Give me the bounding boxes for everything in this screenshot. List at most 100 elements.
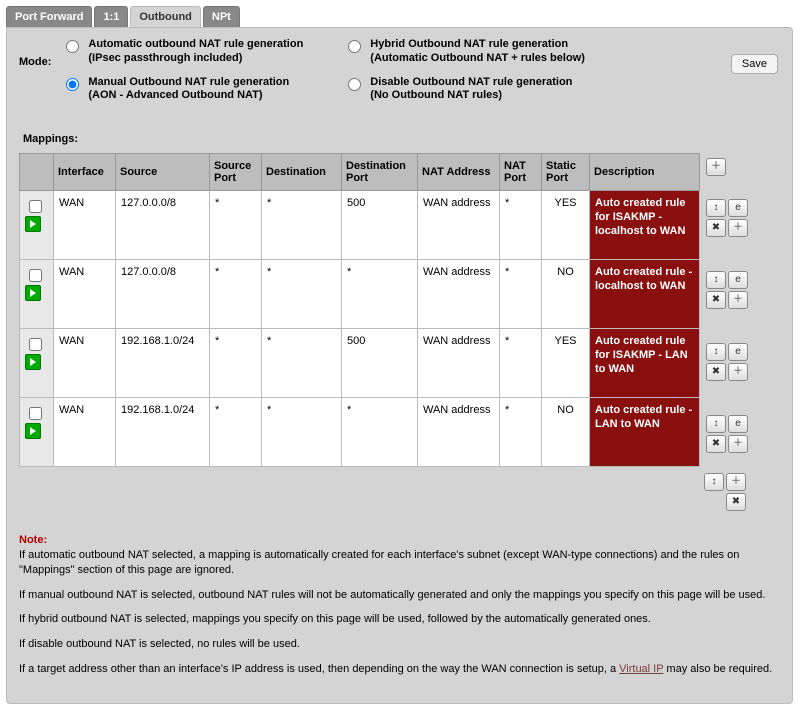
cell-description: Auto created rule - LAN to WAN	[590, 398, 700, 467]
edit-row-icon[interactable]: e	[728, 271, 748, 289]
row-checkbox[interactable]	[29, 269, 42, 282]
note-header: Note:	[19, 534, 47, 546]
add-after-row-icon[interactable]: ＋	[728, 291, 748, 309]
col-description: Description	[590, 154, 700, 191]
move-row-icon[interactable]: ↕	[706, 415, 726, 433]
mode-hybrid-line1: Hybrid Outbound NAT rule generation	[370, 38, 585, 52]
add-after-row-icon[interactable]: ＋	[728, 363, 748, 381]
mode-option-disable[interactable]: Disable Outbound NAT rule generation (No…	[343, 76, 585, 104]
edit-row-icon[interactable]: e	[728, 199, 748, 217]
cell-dest-port: *	[342, 260, 418, 329]
cell-static-port: YES	[542, 191, 590, 260]
cell-source-port: *	[210, 398, 262, 467]
mode-automatic-line1: Automatic outbound NAT rule generation	[88, 38, 303, 52]
delete-row-icon[interactable]: ✖	[706, 435, 726, 453]
delete-row-icon[interactable]: ✖	[706, 363, 726, 381]
cell-description: Auto created rule - localhost to WAN	[590, 260, 700, 329]
col-nat-port: NAT Port	[500, 154, 542, 191]
row-select-cell	[20, 398, 54, 467]
note-section: Note: If automatic outbound NAT selected…	[19, 533, 780, 677]
tab-port-forward[interactable]: Port Forward	[6, 6, 92, 27]
cell-nat-port: *	[500, 329, 542, 398]
cell-source-port: *	[210, 329, 262, 398]
add-after-row-icon[interactable]: ＋	[728, 219, 748, 237]
delete-row-icon[interactable]: ✖	[706, 219, 726, 237]
enabled-icon[interactable]	[25, 423, 41, 439]
note-p5: If a target address other than an interf…	[19, 662, 780, 677]
mode-manual-line1: Manual Outbound NAT rule generation	[88, 76, 289, 90]
cell-interface: WAN	[54, 260, 116, 329]
tab-outbound[interactable]: Outbound	[130, 6, 201, 27]
table-row: WAN192.168.1.0/24**500WAN address*YESAut…	[20, 329, 700, 398]
cell-source: 127.0.0.0/8	[116, 260, 210, 329]
tab-1-1[interactable]: 1:1	[94, 6, 128, 27]
move-row-icon[interactable]: ↕	[706, 343, 726, 361]
add-rule-top-icon[interactable]: ＋	[706, 158, 726, 176]
delete-selected-icon[interactable]: ✖	[726, 493, 746, 511]
mode-manual-line2: (AON - Advanced Outbound NAT)	[88, 89, 289, 103]
add-after-row-icon[interactable]: ＋	[728, 435, 748, 453]
cell-interface: WAN	[54, 398, 116, 467]
cell-nat-addr: WAN address	[418, 260, 500, 329]
move-selected-icon[interactable]: ↕	[704, 473, 724, 491]
bulk-actions: ↕ ＋ ✖	[19, 473, 780, 511]
col-static-port: Static Port	[542, 154, 590, 191]
mode-disable-line2: (No Outbound NAT rules)	[370, 89, 572, 103]
save-button[interactable]: Save	[731, 54, 778, 74]
cell-static-port: NO	[542, 260, 590, 329]
cell-source: 192.168.1.0/24	[116, 329, 210, 398]
mode-radio-automatic[interactable]	[66, 40, 79, 53]
col-source-port: Source Port	[210, 154, 262, 191]
cell-description: Auto created rule for ISAKMP - LAN to WA…	[590, 329, 700, 398]
cell-dest-port: 500	[342, 329, 418, 398]
table-row: WAN127.0.0.0/8***WAN address*NOAuto crea…	[20, 260, 700, 329]
mode-radio-manual[interactable]	[66, 78, 79, 91]
cell-source-port: *	[210, 260, 262, 329]
row-checkbox[interactable]	[29, 338, 42, 351]
move-row-icon[interactable]: ↕	[706, 271, 726, 289]
outbound-panel: Save Mode: Automatic outbound NAT rule g…	[6, 27, 793, 704]
table-row: WAN192.168.1.0/24***WAN address*NOAuto c…	[20, 398, 700, 467]
mode-option-automatic[interactable]: Automatic outbound NAT rule generation (…	[61, 38, 303, 66]
tab-npt[interactable]: NPt	[203, 6, 240, 27]
move-row-icon[interactable]: ↕	[706, 199, 726, 217]
cell-description: Auto created rule for ISAKMP - localhost…	[590, 191, 700, 260]
enabled-icon[interactable]	[25, 216, 41, 232]
cell-static-port: YES	[542, 329, 590, 398]
add-rule-bottom-icon[interactable]: ＋	[726, 473, 746, 491]
cell-destination: *	[262, 329, 342, 398]
row-checkbox[interactable]	[29, 407, 42, 420]
mode-disable-line1: Disable Outbound NAT rule generation	[370, 76, 572, 90]
mode-radio-disable[interactable]	[348, 78, 361, 91]
delete-row-icon[interactable]: ✖	[706, 291, 726, 309]
mode-automatic-line2: (IPsec passthrough included)	[88, 52, 303, 66]
enabled-icon[interactable]	[25, 285, 41, 301]
col-source: Source	[116, 154, 210, 191]
mode-option-manual[interactable]: Manual Outbound NAT rule generation (AON…	[61, 76, 303, 104]
cell-static-port: NO	[542, 398, 590, 467]
cell-destination: *	[262, 398, 342, 467]
mode-option-hybrid[interactable]: Hybrid Outbound NAT rule generation (Aut…	[343, 38, 585, 66]
edit-row-icon[interactable]: e	[728, 415, 748, 433]
mode-radio-hybrid[interactable]	[348, 40, 361, 53]
col-dest-port: Destination Port	[342, 154, 418, 191]
mode-label: Mode:	[19, 38, 51, 68]
cell-dest-port: *	[342, 398, 418, 467]
cell-nat-port: *	[500, 191, 542, 260]
cell-nat-port: *	[500, 260, 542, 329]
enabled-icon[interactable]	[25, 354, 41, 370]
cell-destination: *	[262, 260, 342, 329]
virtual-ip-link[interactable]: Virtual IP	[619, 663, 663, 675]
mappings-title: Mappings:	[23, 133, 780, 145]
cell-nat-addr: WAN address	[418, 191, 500, 260]
nat-tabs: Port Forward 1:1 Outbound NPt	[6, 6, 793, 27]
cell-nat-addr: WAN address	[418, 398, 500, 467]
note-p1: If automatic outbound NAT selected, a ma…	[19, 548, 780, 578]
note-p2: If manual outbound NAT is selected, outb…	[19, 588, 780, 603]
edit-row-icon[interactable]: e	[728, 343, 748, 361]
row-checkbox[interactable]	[29, 200, 42, 213]
col-destination: Destination	[262, 154, 342, 191]
col-select	[20, 154, 54, 191]
note-p4: If disable outbound NAT is selected, no …	[19, 637, 780, 652]
cell-nat-addr: WAN address	[418, 329, 500, 398]
